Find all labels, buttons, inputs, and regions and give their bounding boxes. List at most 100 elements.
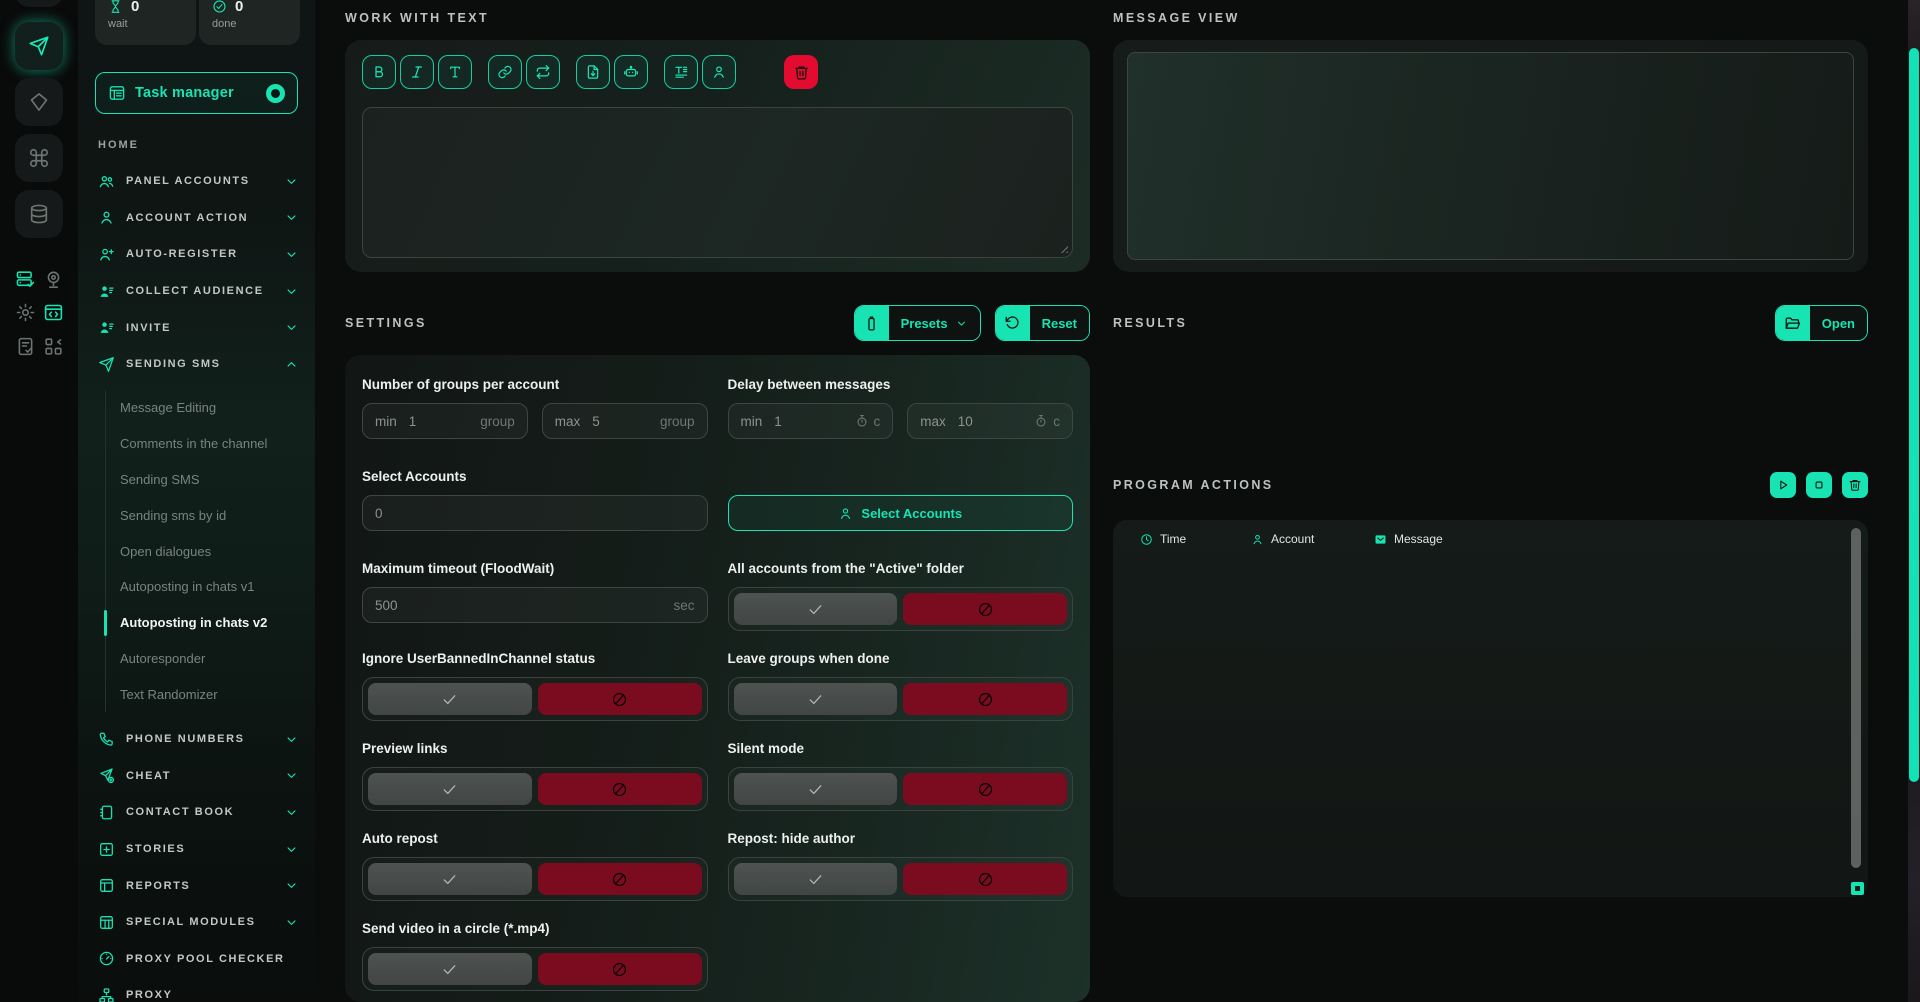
submenu-item-message-editing[interactable]: Message Editing [106, 390, 315, 426]
code-window-icon[interactable] [43, 302, 64, 323]
submenu-item-text-randomizer[interactable]: Text Randomizer [106, 676, 315, 712]
silent-mode-label: Silent mode [728, 740, 1074, 757]
grid-return-icon[interactable] [43, 336, 64, 357]
sidebar-item-phone-numbers[interactable]: PHONE NUMBERS [78, 721, 315, 758]
text-button[interactable] [438, 55, 472, 89]
check-icon [807, 781, 824, 798]
link-icon [497, 64, 513, 80]
toggle-off-option[interactable] [538, 773, 702, 805]
rail-command-button[interactable] [15, 134, 63, 182]
delete-text-button[interactable] [784, 55, 818, 89]
rail-cutoff-button[interactable] [15, 0, 63, 7]
toggle-off-option[interactable] [903, 593, 1067, 625]
window-scrollbar-thumb[interactable] [1909, 48, 1919, 782]
chevron-down-icon [284, 284, 299, 299]
chevron-down-icon [284, 732, 299, 747]
play-button[interactable] [1770, 472, 1796, 498]
bold-button[interactable] [362, 55, 396, 89]
toggle-off-option[interactable] [903, 773, 1067, 805]
maximum-timeout-label: Maximum timeout (FloodWait) [362, 560, 708, 577]
sidebar-item-sending-sms[interactable]: SENDING SMS [78, 346, 315, 383]
toggle-on-option[interactable] [734, 683, 898, 715]
column-message: Message [1374, 532, 1443, 546]
submenu-item-autoposting-in-chats-v2[interactable]: Autoposting in chats v2 [106, 605, 315, 641]
rail-database-button[interactable] [15, 190, 63, 238]
document-check-icon[interactable] [15, 336, 36, 357]
toggle-preview-links[interactable] [362, 767, 708, 811]
delay-max-input[interactable]: max 10 c [907, 403, 1073, 439]
sidebar-item-special-modules[interactable]: SPECIAL MODULES [78, 904, 315, 941]
toggle-on-option[interactable] [368, 683, 532, 715]
italic-button[interactable] [400, 55, 434, 89]
timeout-input[interactable]: 500 sec [362, 587, 708, 623]
text-format-button[interactable] [664, 55, 698, 89]
groups-max-input[interactable]: max 5 group [542, 403, 708, 439]
results-title: RESULTS [1113, 316, 1187, 330]
task-grid-icon [108, 84, 126, 102]
sidebar-item-auto-register[interactable]: AUTO-REGISTER [78, 236, 315, 273]
open-results-button[interactable]: Open [1775, 305, 1868, 341]
message-textarea[interactable] [362, 107, 1073, 258]
submenu-item-autoposting-in-chats-v1[interactable]: Autoposting in chats v1 [106, 569, 315, 605]
person-button[interactable] [702, 55, 736, 89]
toggle-ignore-userbanned[interactable] [362, 677, 708, 721]
sidebar-item-collect-audience[interactable]: COLLECT AUDIENCE [78, 273, 315, 310]
table-resize-grip[interactable] [1851, 882, 1864, 895]
sidebar-item-account-action[interactable]: ACCOUNT ACTION [78, 200, 315, 237]
toggle-on-option[interactable] [368, 773, 532, 805]
delay-min-input[interactable]: min 1 c [728, 403, 894, 439]
toggle-on-option[interactable] [368, 953, 532, 985]
toggle-off-option[interactable] [538, 683, 702, 715]
table-scrollbar[interactable] [1851, 528, 1861, 868]
check-icon [441, 781, 458, 798]
sidebar-item-proxy[interactable]: PROXY [78, 977, 315, 1002]
toggle-off-option[interactable] [903, 683, 1067, 715]
toggle-auto-repost[interactable] [362, 857, 708, 901]
window-scrollbar-track[interactable] [1908, 0, 1920, 1002]
submenu-item-sending-sms-by-id[interactable]: Sending sms by id [106, 497, 315, 533]
file-download-button[interactable] [576, 55, 610, 89]
server-check-icon[interactable] [15, 269, 36, 290]
toggle-silent-mode[interactable] [728, 767, 1074, 811]
submenu-item-comments-in-the-channel[interactable]: Comments in the channel [106, 426, 315, 462]
sidebar-item-reports[interactable]: REPORTS [78, 867, 315, 904]
clear-actions-button[interactable] [1842, 472, 1868, 498]
webcam-icon[interactable] [43, 269, 64, 290]
accounts-count-input[interactable]: 0 [362, 495, 708, 531]
task-manager-button[interactable]: Task manager [95, 72, 298, 114]
sidebar-item-stories[interactable]: STORIES [78, 831, 315, 868]
toggle-off-option[interactable] [538, 863, 702, 895]
rail-send-button[interactable] [15, 22, 63, 70]
sidebar-item-proxy-pool-checker[interactable]: PROXY POOL CHECKER [78, 941, 315, 978]
repeat-button[interactable] [526, 55, 560, 89]
submenu-item-sending-sms[interactable]: Sending SMS [106, 462, 315, 498]
groups-min-input[interactable]: min 1 group [362, 403, 528, 439]
reset-button[interactable]: Reset [995, 305, 1090, 341]
sidebar-item-cheat[interactable]: CHEAT [78, 758, 315, 795]
link-button[interactable] [488, 55, 522, 89]
submenu-item-open-dialogues[interactable]: Open dialogues [106, 533, 315, 569]
submenu-item-autoresponder[interactable]: Autoresponder [106, 641, 315, 677]
chevron-down-icon [955, 317, 968, 330]
toggle-off-option[interactable] [538, 953, 702, 985]
sidebar-item-panel-accounts[interactable]: PANEL ACCOUNTS [78, 163, 315, 200]
rail-diamond-button[interactable] [15, 78, 63, 126]
select-accounts-button[interactable]: Select Accounts [728, 495, 1074, 531]
sidebar-item-invite[interactable]: INVITE [78, 309, 315, 346]
presets-button[interactable]: Presets [854, 305, 981, 341]
robot-button[interactable] [614, 55, 648, 89]
toggle-on-option[interactable] [734, 863, 898, 895]
toggle-on-option[interactable] [734, 773, 898, 805]
stop-button[interactable] [1806, 472, 1832, 498]
chevron-down-icon [284, 247, 299, 262]
toggle-off-option[interactable] [903, 863, 1067, 895]
toggle-all-accounts-active-folder[interactable] [728, 587, 1074, 631]
toggle-send-video-circle[interactable] [362, 947, 708, 991]
toggle-on-option[interactable] [734, 593, 898, 625]
toggle-leave-groups[interactable] [728, 677, 1074, 721]
gear-icon[interactable] [15, 302, 36, 323]
toggle-repost-hide-author[interactable] [728, 857, 1074, 901]
sidebar-item-contact-book[interactable]: CONTACT BOOK [78, 794, 315, 831]
toggle-on-option[interactable] [368, 863, 532, 895]
send-plus-icon [98, 767, 115, 784]
